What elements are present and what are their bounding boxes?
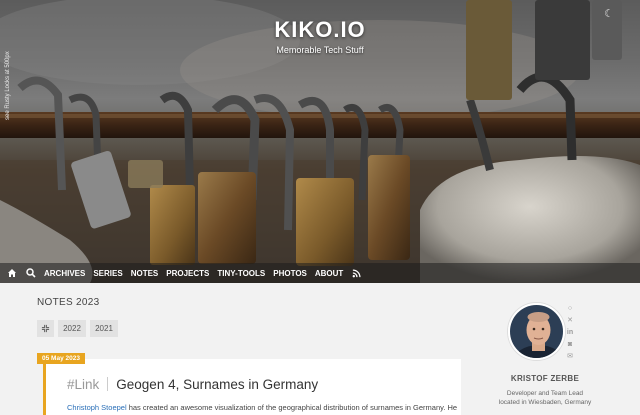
nav-series[interactable]: SERIES (93, 269, 122, 278)
main-nav: ARCHIVES SERIES NOTES PROJECTS TINY-TOOL… (0, 263, 640, 283)
photo-credit[interactable]: see Rusty Locks at 500px (0, 8, 11, 128)
social-links: ○ ✕ in ◙ ✉ (565, 303, 575, 363)
expand-icon[interactable] (37, 320, 54, 337)
author-bio: Developer and Team Lead located in Wiesb… (490, 389, 600, 407)
post-title[interactable]: #Link Geogen 4, Surnames in Germany (67, 377, 318, 392)
nav-archives[interactable]: ARCHIVES (44, 269, 85, 278)
search-icon[interactable] (25, 268, 36, 279)
post-date-badge: 05 May 2023 (37, 353, 85, 364)
nav-tiny-tools[interactable]: TINY-TOOLS (217, 269, 265, 278)
post-excerpt: Christoph Stoepel has created an awesome… (67, 403, 457, 412)
x-twitter-icon[interactable]: ✕ (565, 315, 575, 327)
author-bio-line2: located in Wiesbaden, Germany (498, 399, 592, 406)
nav-notes[interactable]: NOTES (131, 269, 159, 278)
author-bio-line1: Developer and Team Lead (506, 390, 584, 397)
author-name: KRISTOF ZERBE (510, 374, 580, 383)
nav-about[interactable]: ABOUT (315, 269, 343, 278)
email-icon[interactable]: ✉ (565, 351, 575, 363)
excerpt-link[interactable]: Christoph Stoepel (67, 403, 127, 412)
home-icon[interactable] (6, 268, 17, 279)
avatar[interactable] (508, 303, 565, 360)
post-title-text[interactable]: Geogen 4, Surnames in Germany (116, 377, 318, 392)
filter-year-2022[interactable]: 2022 (58, 320, 86, 337)
title-divider (107, 377, 109, 391)
nav-photos[interactable]: PHOTOS (273, 269, 307, 278)
post-tag[interactable]: #Link (67, 377, 99, 392)
site-title[interactable]: KIKO.IO (0, 17, 640, 43)
nav-projects[interactable]: PROJECTS (166, 269, 209, 278)
page-title: NOTES 2023 (37, 297, 100, 308)
rss-icon[interactable] (351, 268, 362, 279)
site-tagline: Memorable Tech Stuff (276, 45, 364, 55)
mastodon-icon[interactable]: ◙ (565, 339, 575, 351)
filter-year-2021[interactable]: 2021 (90, 320, 118, 337)
moon-icon[interactable]: ☾ (604, 7, 614, 20)
photo-credit-text[interactable]: see Rusty Locks at 500px (5, 51, 11, 120)
hero-banner: KIKO.IO Memorable Tech Stuff see Rusty L… (0, 0, 640, 283)
github-icon[interactable]: ○ (565, 303, 575, 315)
linkedin-icon[interactable]: in (565, 327, 575, 339)
excerpt-text: has created an awesome visualization of … (126, 403, 458, 412)
year-filter: 2022 2021 (37, 320, 122, 337)
